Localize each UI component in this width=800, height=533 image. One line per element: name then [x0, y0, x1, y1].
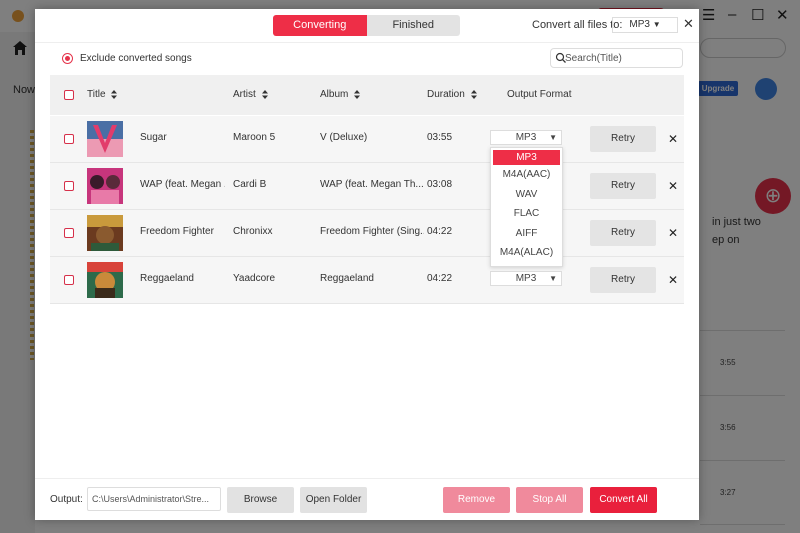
track-duration: 03:55	[427, 132, 453, 143]
sort-icon	[111, 89, 118, 99]
tab-finished[interactable]: Finished	[366, 15, 460, 36]
remove-button[interactable]: Remove	[443, 487, 510, 513]
track-duration: 04:22	[427, 226, 453, 237]
track-album: Freedom Fighter (Sing...	[320, 226, 424, 237]
track-title: WAP (feat. Megan ...	[140, 179, 225, 190]
output-format-select[interactable]: MP3 ▼	[490, 271, 562, 286]
dialog-footer: Output: C:\Users\Administrator\Stre... B…	[35, 478, 699, 520]
column-header-duration[interactable]: Duration	[427, 89, 477, 100]
track-artist: Maroon 5	[233, 132, 276, 143]
table-row: Sugar Maroon 5 V (Deluxe) 03:55 MP3 ▼ Re…	[50, 116, 684, 163]
tab-group: Converting Finished	[273, 15, 460, 36]
output-label: Output:	[50, 494, 83, 505]
column-title-label: Title	[87, 89, 106, 100]
column-duration-label: Duration	[427, 89, 465, 100]
track-duration: 03:08	[427, 179, 453, 190]
track-title: Freedom Fighter	[140, 226, 214, 237]
remove-row-icon[interactable]: ✕	[668, 179, 678, 193]
divider	[35, 42, 699, 43]
column-header-album[interactable]: Album	[320, 89, 361, 100]
format-option-wav[interactable]: WAV	[491, 185, 562, 205]
sort-icon	[261, 89, 268, 99]
column-header-artist[interactable]: Artist	[233, 89, 268, 100]
table-row: Reggaeland Yaadcore Reggaeland 04:22 MP3…	[50, 257, 684, 304]
album-art	[87, 121, 123, 157]
album-art	[87, 168, 123, 204]
close-icon[interactable]: ✕	[683, 16, 694, 32]
output-format-select[interactable]: MP3 ▼	[490, 130, 562, 145]
row-checkbox[interactable]	[64, 134, 74, 144]
album-art	[87, 262, 123, 298]
retry-button[interactable]: Retry	[590, 173, 656, 199]
track-artist: Chronixx	[233, 226, 273, 237]
track-artist: Yaadcore	[233, 273, 276, 284]
track-title: Reggaeland	[140, 273, 194, 284]
track-album: WAP (feat. Megan Th...	[320, 179, 424, 190]
table-row: WAP (feat. Megan ... Cardi B WAP (feat. …	[50, 163, 684, 210]
column-header-title[interactable]: Title	[87, 89, 118, 100]
album-art	[87, 215, 123, 251]
row-checkbox[interactable]	[64, 181, 74, 191]
retry-button[interactable]: Retry	[590, 267, 656, 293]
column-header-output-format: Output Format	[507, 89, 572, 100]
column-album-label: Album	[320, 89, 349, 100]
format-value: MP3	[515, 273, 537, 284]
conversion-dialog: Converting Finished Convert all files to…	[35, 9, 699, 520]
chevron-down-icon: ▼	[549, 133, 557, 142]
chevron-down-icon: ▼	[549, 274, 557, 283]
format-option-mp3[interactable]: MP3	[493, 150, 560, 165]
format-option-m4a-alac[interactable]: M4A(ALAC)	[491, 243, 562, 263]
track-title: Sugar	[140, 132, 167, 143]
search-input[interactable]	[565, 51, 679, 65]
stop-all-button[interactable]: Stop All	[516, 487, 583, 513]
remove-row-icon[interactable]: ✕	[668, 226, 678, 240]
table-header: Title Artist Album Duration Output Forma…	[50, 75, 684, 115]
browse-button[interactable]: Browse	[227, 487, 294, 513]
row-checkbox[interactable]	[64, 275, 74, 285]
track-artist: Cardi B	[233, 179, 267, 190]
search-box[interactable]	[550, 48, 683, 68]
sort-icon	[354, 89, 361, 99]
select-all-checkbox[interactable]	[64, 90, 74, 100]
exclude-converted-radio[interactable]	[62, 53, 73, 64]
sort-icon	[470, 89, 477, 99]
retry-button[interactable]: Retry	[590, 126, 656, 152]
row-checkbox[interactable]	[64, 228, 74, 238]
convert-all-format-value: MP3	[629, 19, 650, 30]
retry-button[interactable]: Retry	[590, 220, 656, 246]
convert-all-format-select[interactable]: MP3 ▼	[612, 17, 678, 33]
track-duration: 04:22	[427, 273, 453, 284]
track-album: V (Deluxe)	[320, 132, 368, 143]
output-path-field[interactable]: C:\Users\Administrator\Stre...	[87, 487, 221, 511]
open-folder-button[interactable]: Open Folder	[300, 487, 367, 513]
track-album: Reggaeland	[320, 273, 374, 284]
format-option-aiff[interactable]: AIFF	[491, 224, 562, 244]
format-value: MP3	[515, 132, 537, 143]
format-option-m4a-aac[interactable]: M4A(AAC)	[491, 165, 562, 185]
chevron-down-icon: ▼	[652, 20, 661, 29]
convert-all-label: Convert all files to:	[532, 19, 623, 31]
format-dropdown-menu: MP3 M4A(AAC) WAV FLAC AIFF M4A(ALAC)	[490, 147, 563, 267]
table-row: Freedom Fighter Chronixx Freedom Fighter…	[50, 210, 684, 257]
column-artist-label: Artist	[233, 89, 256, 100]
format-option-flac[interactable]: FLAC	[491, 204, 562, 224]
remove-row-icon[interactable]: ✕	[668, 273, 678, 287]
exclude-converted-label: Exclude converted songs	[80, 53, 192, 64]
remove-row-icon[interactable]: ✕	[668, 132, 678, 146]
convert-all-button[interactable]: Convert All	[590, 487, 657, 513]
tab-converting[interactable]: Converting	[273, 15, 367, 36]
